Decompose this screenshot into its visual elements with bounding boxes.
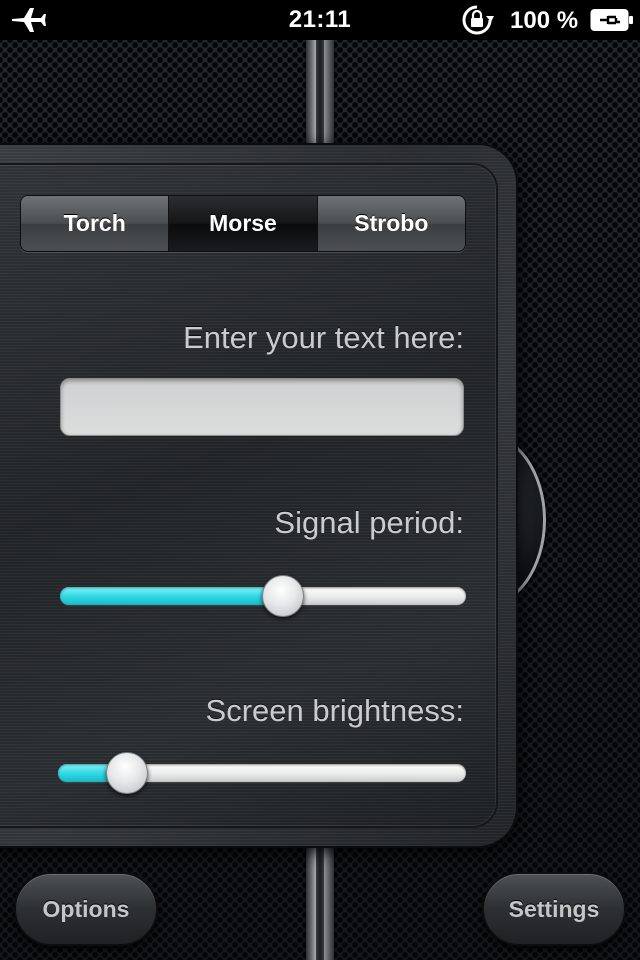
screen-brightness-label: Screen brightness: xyxy=(205,693,464,728)
signal-period-slider[interactable] xyxy=(60,575,466,619)
screen-brightness-slider[interactable] xyxy=(58,752,466,796)
battery-percentage: 100 % xyxy=(510,7,579,34)
slider-thumb[interactable] xyxy=(106,752,148,794)
slider-fill xyxy=(60,587,283,605)
orientation-lock-icon xyxy=(462,5,494,35)
options-button[interactable]: Options xyxy=(14,872,158,946)
segment-strobo[interactable]: Strobo xyxy=(317,196,465,251)
morse-text-input[interactable] xyxy=(60,378,464,436)
signal-period-label: Signal period: xyxy=(274,505,464,540)
segment-morse[interactable]: Morse xyxy=(169,196,318,251)
status-bar: 21:11 100 % xyxy=(0,0,640,40)
mode-segmented-control: Torch Morse Strobo xyxy=(20,195,466,252)
battery-charging-icon xyxy=(590,9,633,31)
settings-button[interactable]: Settings xyxy=(482,872,626,946)
slider-thumb[interactable] xyxy=(262,575,304,617)
segment-torch[interactable]: Torch xyxy=(21,196,170,251)
text-input-label: Enter your text here: xyxy=(183,320,464,355)
